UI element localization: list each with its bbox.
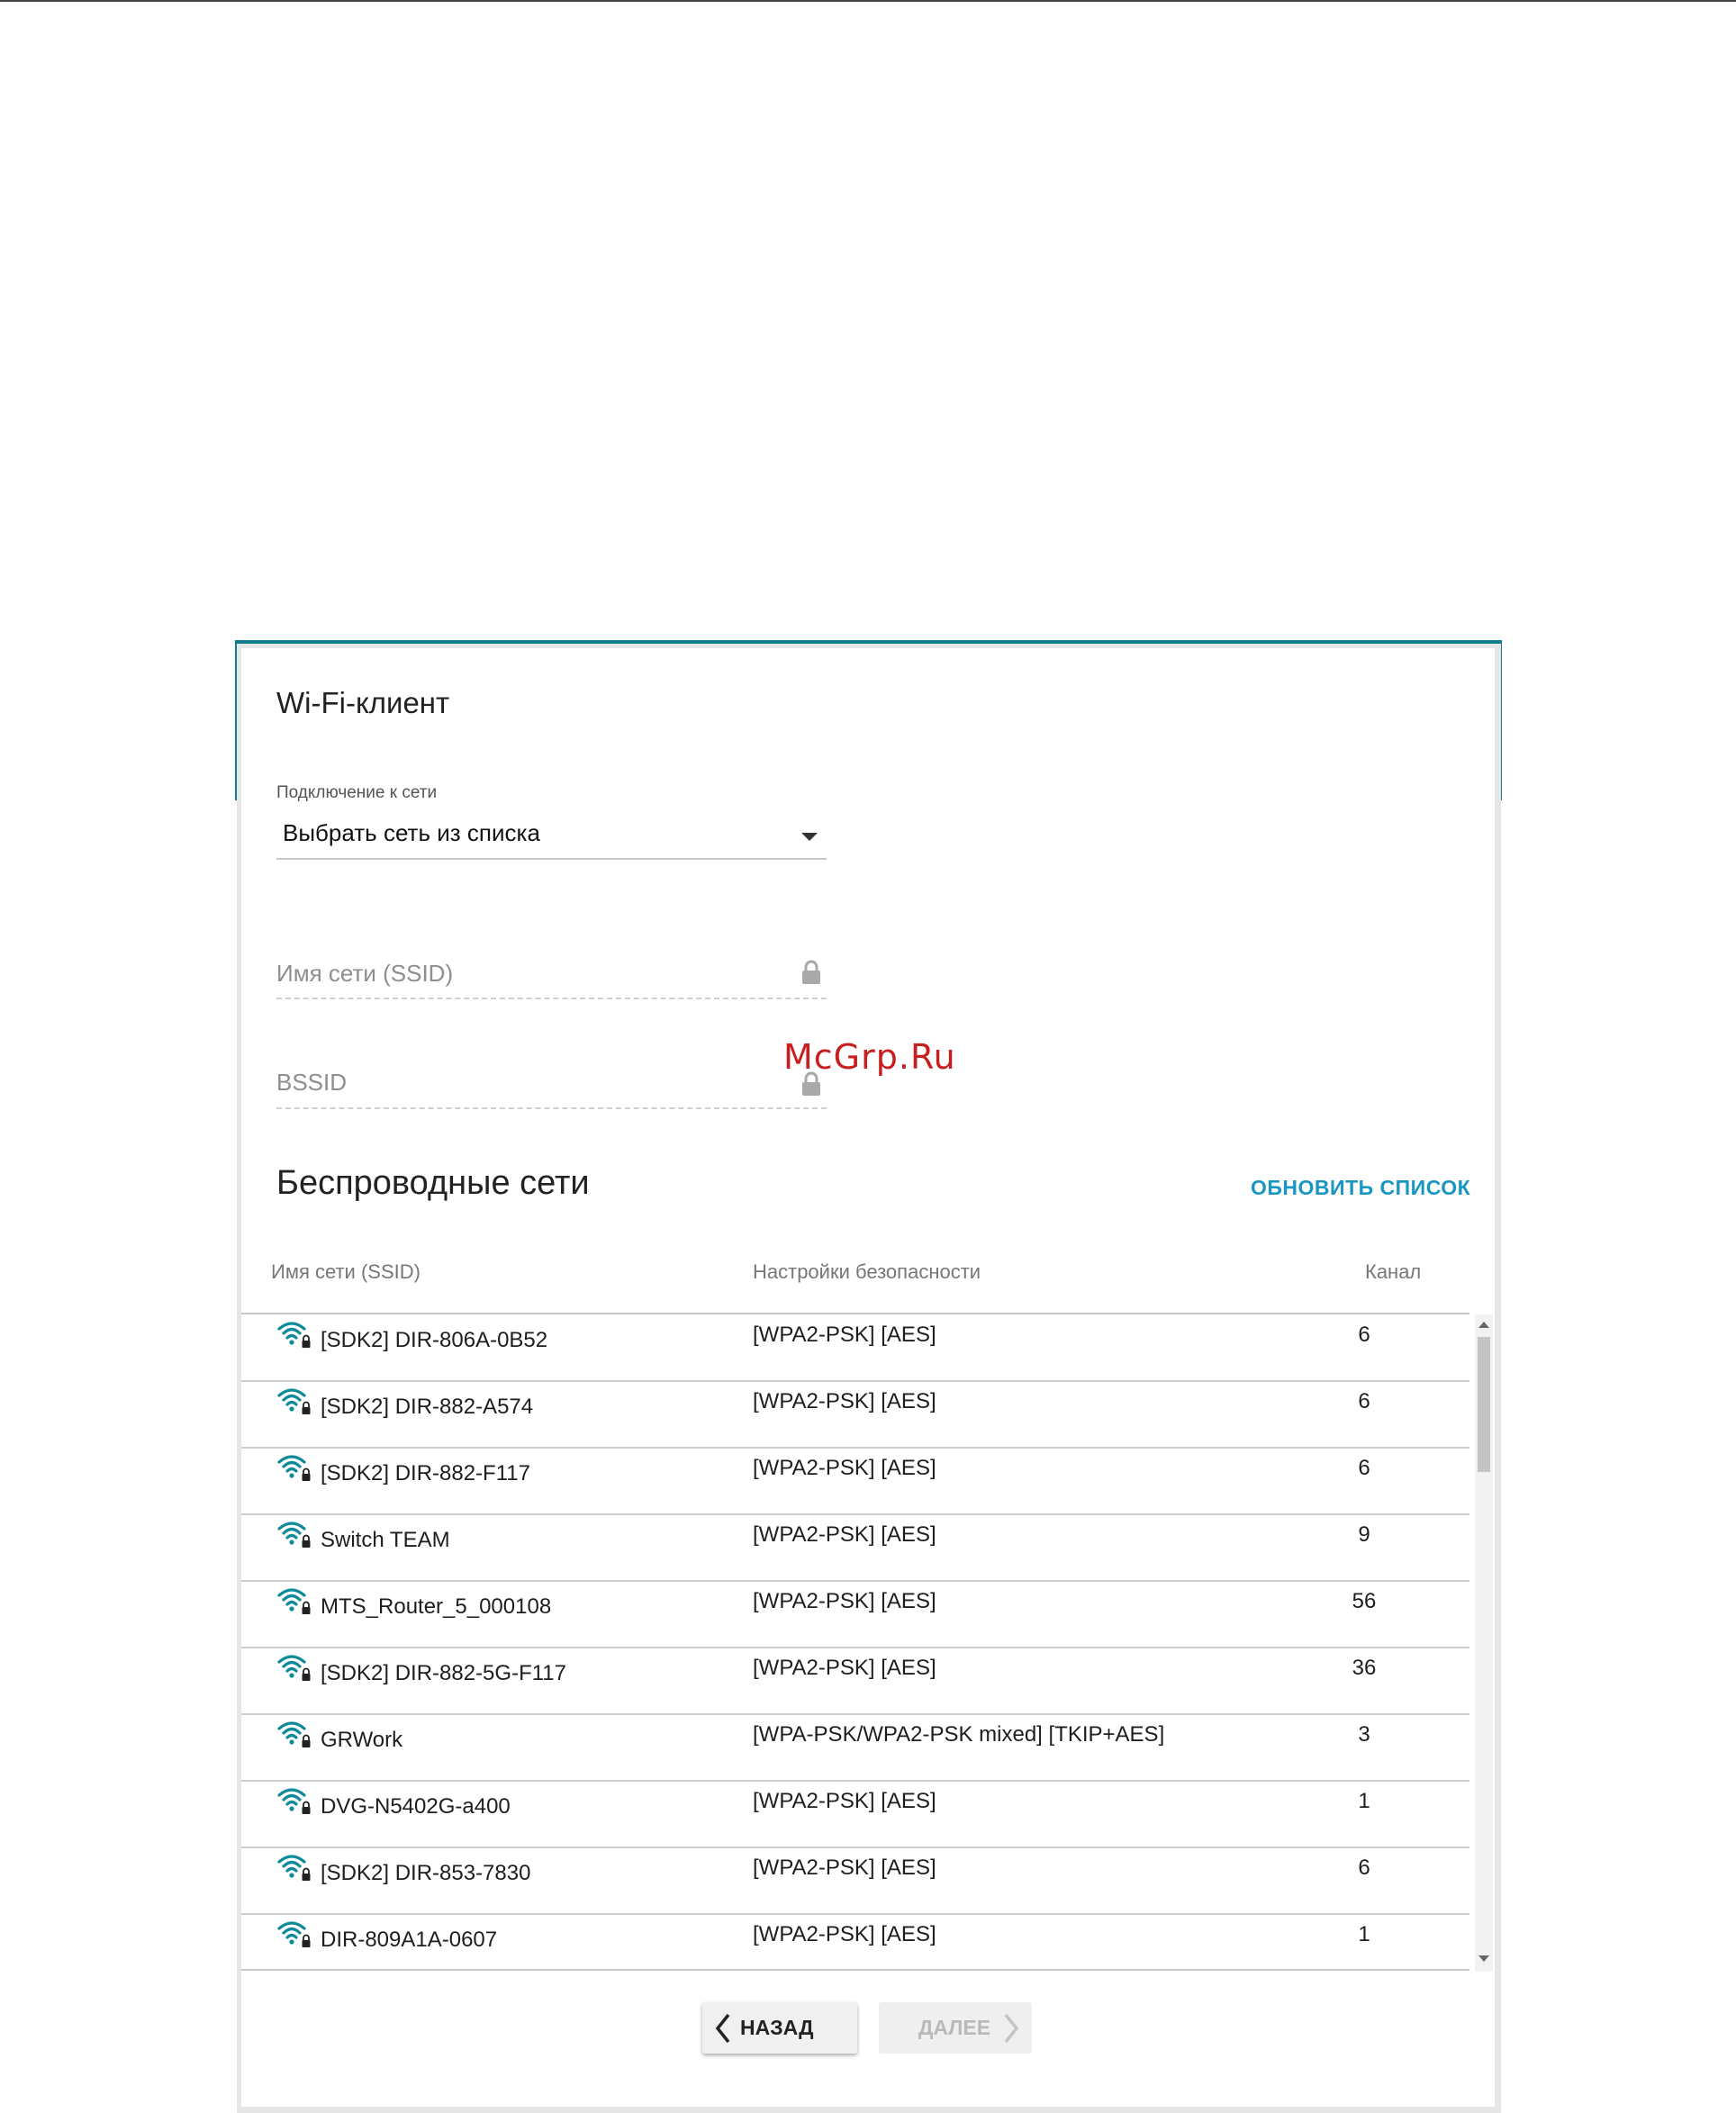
network-row[interactable]: [SDK2] DIR-853-7830 [WPA2-PSK] [AES] 6: [241, 1847, 1469, 1915]
lock-icon: [802, 960, 820, 984]
network-ssid: [SDK2] DIR-882-F117: [321, 1461, 530, 1485]
wifi-secured-icon: [277, 1322, 311, 1348]
network-ssid: DVG-N5402G-a400: [321, 1794, 511, 1819]
network-security: [WPA2-PSK] [AES]: [753, 1456, 936, 1480]
network-ssid: DIR-809A1A-0607: [321, 1928, 498, 1952]
dropdown-arrow-icon[interactable]: [801, 833, 818, 841]
top-rule: [0, 0, 1736, 2]
wifi-secured-icon: [277, 1522, 311, 1548]
next-button[interactable]: ДАЛЕЕ: [879, 2002, 1032, 2054]
network-channel: 3: [1358, 1722, 1370, 1747]
network-ssid: [SDK2] DIR-882-5G-F117: [321, 1661, 566, 1685]
network-row[interactable]: [SDK2] DIR-806A-0B52 [WPA2-PSK] [AES] 6: [241, 1314, 1469, 1382]
network-ssid: [SDK2] DIR-853-7830: [321, 1861, 531, 1885]
watermark: McGrp.Ru: [783, 1037, 956, 1077]
scroll-thumb[interactable]: [1478, 1337, 1490, 1472]
bssid-field[interactable]: BSSID: [276, 1069, 347, 1097]
networks-table-body: [SDK2] DIR-806A-0B52 [WPA2-PSK] [AES] 6 [SD…: [241, 1314, 1469, 1967]
network-channel: 6: [1358, 1389, 1370, 1413]
network-security: [WPA2-PSK] [AES]: [753, 1389, 936, 1413]
network-row[interactable]: [SDK2] DIR-882-F117 [WPA2-PSK] [AES] 6: [241, 1448, 1469, 1515]
network-channel: 1: [1358, 1789, 1370, 1813]
network-security: [WPA2-PSK] [AES]: [753, 1589, 936, 1613]
column-header-security[interactable]: Настройки безопасности: [753, 1260, 981, 1284]
chevron-left-icon: [715, 2013, 730, 2043]
network-security: [WPA2-PSK] [AES]: [753, 1656, 936, 1680]
back-button-label: НАЗАД: [740, 2016, 814, 2039]
network-channel: 6: [1358, 1323, 1370, 1347]
network-row[interactable]: GRWork [WPA-PSK/WPA2-PSK mixed] [TKIP+AES…: [241, 1714, 1469, 1782]
network-channel: 36: [1352, 1656, 1377, 1680]
column-header-channel[interactable]: Канал: [1365, 1260, 1421, 1284]
wifi-secured-icon: [277, 1921, 311, 1947]
wifi-secured-icon: [277, 1721, 311, 1747]
scroll-down-arrow-icon[interactable]: [1478, 1955, 1489, 1962]
wifi-secured-icon: [277, 1655, 311, 1681]
network-channel: 56: [1352, 1589, 1377, 1613]
scroll-up-arrow-icon[interactable]: [1478, 1322, 1489, 1328]
networks-section-title: Беспроводные сети: [276, 1164, 590, 1202]
network-security: [WPA2-PSK] [AES]: [753, 1323, 936, 1347]
network-ssid: [SDK2] DIR-882-A574: [321, 1395, 534, 1419]
back-button[interactable]: НАЗАД: [702, 2002, 857, 2054]
network-channel: 6: [1358, 1456, 1370, 1480]
column-header-ssid[interactable]: Имя сети (SSID): [271, 1260, 420, 1284]
network-row[interactable]: [SDK2] DIR-882-A574 [WPA2-PSK] [AES] 6: [241, 1381, 1469, 1449]
ssid-field-underline: [276, 998, 827, 999]
chevron-right-icon: [1004, 2013, 1019, 2043]
wifi-secured-icon: [277, 1455, 311, 1481]
network-security: [WPA2-PSK] [AES]: [753, 1522, 936, 1547]
wifi-secured-icon: [277, 1388, 311, 1414]
network-row[interactable]: DVG-N5402G-a400 [WPA2-PSK] [AES] 1: [241, 1781, 1469, 1848]
network-row[interactable]: Switch TEAM [WPA2-PSK] [AES] 9: [241, 1514, 1469, 1582]
network-ssid: GRWork: [321, 1728, 403, 1752]
network-ssid: MTS_Router_5_000108: [321, 1594, 552, 1619]
network-security: [WPA2-PSK] [AES]: [753, 1856, 936, 1880]
network-ssid: [SDK2] DIR-806A-0B52: [321, 1328, 548, 1352]
refresh-list-button[interactable]: ОБНОВИТЬ СПИСОК: [1251, 1176, 1470, 1200]
table-scrollbar[interactable]: [1475, 1314, 1493, 1972]
network-row[interactable]: [SDK2] DIR-882-5G-F117 [WPA2-PSK] [AES] 36: [241, 1648, 1469, 1715]
network-channel: 9: [1358, 1522, 1370, 1547]
network-channel: 6: [1358, 1856, 1370, 1880]
connection-select[interactable]: Выбрать сеть из списка: [283, 819, 540, 847]
wifi-secured-icon: [277, 1788, 311, 1814]
wifi-secured-icon: [277, 1588, 311, 1614]
connection-select-underline: [276, 858, 827, 860]
bssid-field-underline: [276, 1107, 827, 1109]
network-row[interactable]: MTS_Router_5_000108 [WPA2-PSK] [AES] 56: [241, 1581, 1469, 1648]
page-title: Wi-Fi-клиент: [276, 686, 450, 719]
wifi-secured-icon: [277, 1855, 311, 1881]
next-button-label: ДАЛЕЕ: [918, 2016, 991, 2039]
network-security: [WPA2-PSK] [AES]: [753, 1922, 936, 1946]
network-channel: 1: [1358, 1922, 1370, 1946]
ssid-field[interactable]: Имя сети (SSID): [276, 960, 453, 988]
network-security: [WPA-PSK/WPA2-PSK mixed] [TKIP+AES]: [753, 1722, 1165, 1747]
network-security: [WPA2-PSK] [AES]: [753, 1789, 936, 1813]
connection-label: Подключение к сети: [276, 783, 438, 802]
network-ssid: Switch TEAM: [321, 1528, 450, 1552]
table-bottom-divider: [241, 1969, 1469, 1971]
network-row[interactable]: DIR-809A1A-0607 [WPA2-PSK] [AES] 1: [241, 1914, 1469, 1967]
